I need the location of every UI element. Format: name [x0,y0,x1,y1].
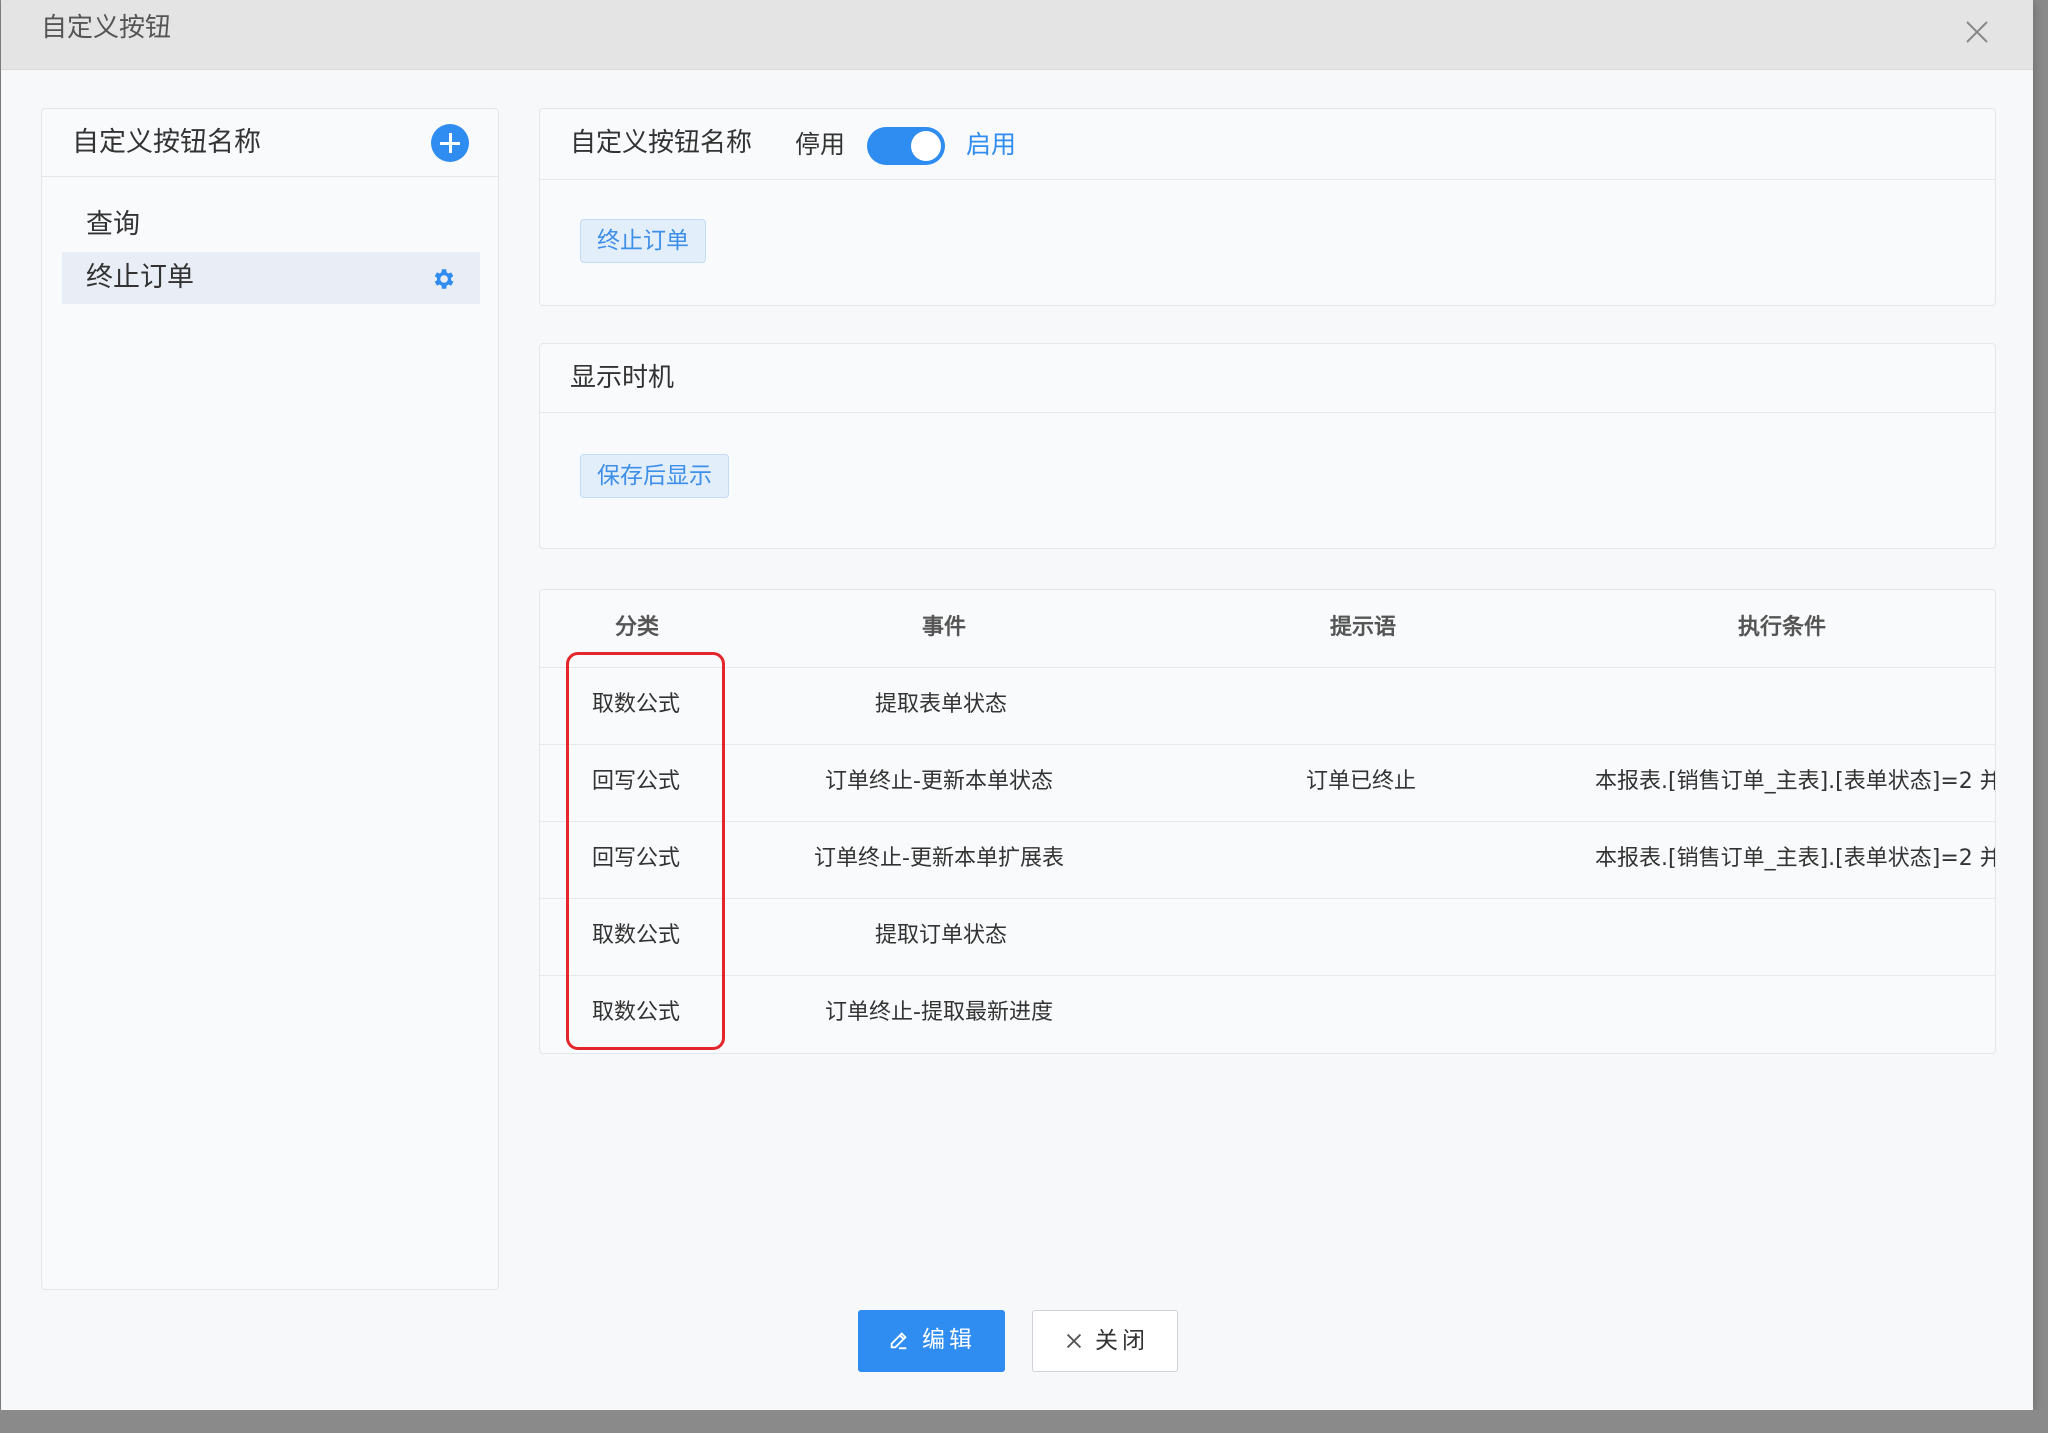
edit-button-label: 编辑 [922,1327,976,1353]
table-header: 分类 事件 提示语 执行条件 [540,590,1995,668]
table-row[interactable]: 回写公式 订单终止-更新本单扩展表 本报表.[销售订单_主表].[表单状态]=2… [540,821,1995,899]
cell-category: 回写公式 [592,846,681,871]
button-name-card: 自定义按钮名称 停用 启用 终止订单 [539,108,1996,306]
cell-category: 取数公式 [592,692,681,717]
cell-category: 取数公式 [592,923,681,948]
pencil-icon [890,1332,907,1350]
button-list-title: 自定义按钮名称 [72,127,261,158]
button-list-item-terminate-order[interactable]: 终止订单 [62,252,480,304]
cell-event: 订单终止-更新本单状态 [825,769,1053,794]
add-button-icon[interactable] [431,124,469,162]
cell-event: 提取订单状态 [875,923,1008,948]
button-name-tag[interactable]: 终止订单 [580,219,706,263]
button-list-item-query[interactable]: 查询 [62,199,480,251]
button-name-card-title: 自定义按钮名称 [570,128,753,158]
background-overlay [0,1410,2048,1433]
custom-button-dialog: 自定义按钮 自定义按钮名称 查询 终止订单 自定义按钮名称 停用 启用 终止订单… [1,0,2033,1410]
table-row[interactable]: 回写公式 订单终止-更新本单状态 订单已终止 本报表.[销售订单_主表].[表单… [540,744,1995,822]
button-list-header: 自定义按钮名称 [42,109,498,177]
close-button-label: 关闭 [1095,1328,1149,1354]
gear-icon[interactable] [430,266,456,292]
cell-category: 取数公式 [592,1000,681,1025]
display-timing-tag[interactable]: 保存后显示 [580,454,729,498]
cell-prompt: 订单已终止 [1306,769,1417,794]
table-row[interactable]: 取数公式 提取订单状态 [540,898,1995,976]
card-divider [540,179,1995,180]
cell-event: 订单终止-提取最新进度 [825,1000,1053,1025]
display-timing-title: 显示时机 [570,363,675,393]
edit-button[interactable]: 编辑 [858,1310,1005,1372]
column-header-category: 分类 [615,615,660,640]
close-icon[interactable] [1961,16,1993,48]
column-header-event: 事件 [922,615,967,640]
column-header-condition: 执行条件 [1738,615,1827,640]
cell-event: 提取表单状态 [875,692,1008,717]
display-timing-card: 显示时机 保存后显示 [539,343,1996,549]
column-header-prompt: 提示语 [1330,615,1397,640]
table-row[interactable]: 取数公式 订单终止-提取最新进度 [540,975,1995,1052]
card-divider [540,412,1995,413]
close-icon [1066,1333,1082,1349]
cell-event: 订单终止-更新本单扩展表 [814,846,1064,871]
button-list-panel: 自定义按钮名称 查询 终止订单 [41,108,499,1290]
dialog-titlebar: 自定义按钮 [1,0,2033,70]
cell-condition: 本报表.[销售订单_主表].[表单状态]=2 并 [1595,769,1995,794]
enable-toggle[interactable] [867,127,945,165]
button-list-item-label: 查询 [86,209,140,240]
switch-off-label: 停用 [795,130,846,159]
cell-condition: 本报表.[销售订单_主表].[表单状态]=2 并 [1595,846,1995,871]
button-list-item-label: 终止订单 [86,262,194,293]
cell-category: 回写公式 [592,769,681,794]
switch-on-label: 启用 [966,130,1017,159]
dialog-title: 自定义按钮 [41,13,172,43]
close-button[interactable]: 关闭 [1032,1310,1178,1372]
event-table: 分类 事件 提示语 执行条件 取数公式 提取表单状态 回写公式 订单终止-更新本… [539,589,1996,1054]
table-row[interactable]: 取数公式 提取表单状态 [540,667,1995,745]
